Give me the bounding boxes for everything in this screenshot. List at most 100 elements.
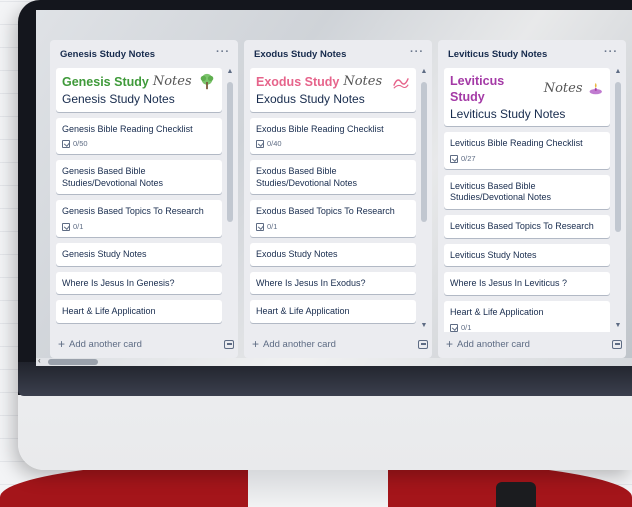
checklist-icon (62, 140, 70, 149)
list-header[interactable]: Genesis Study Notes ··· (50, 40, 238, 68)
card[interactable]: Where Is Jesus In Exodus? (250, 271, 416, 295)
plus-icon: + (252, 337, 260, 351)
add-card-label: Add another card (263, 338, 336, 350)
waves-icon (393, 78, 409, 89)
list-title[interactable]: Exodus Study Notes (254, 49, 346, 60)
list-menu-icon[interactable]: ··· (410, 46, 424, 58)
card[interactable]: Genesis Study Notes (56, 242, 222, 266)
card[interactable]: Exodus Based Topics To Research 0/1 (250, 200, 416, 237)
cover-script: Notes (152, 73, 192, 89)
card[interactable]: Exodus Study Notes (250, 242, 416, 266)
card-title: Exodus Based Topics To Research (256, 206, 395, 217)
card[interactable]: Leviticus Based Bible Studies/Devotional… (444, 174, 610, 209)
card-title: Heart & Life Application (450, 306, 544, 317)
list-exodus: Exodus Study Notes ··· Exodus Study Note… (244, 40, 432, 358)
card-title: Leviticus Based Bible Studies/Devotional… (450, 180, 552, 203)
card-title: Exodus Bible Reading Checklist (256, 123, 384, 134)
card[interactable]: Genesis Based Bible Studies/Devotional N… (56, 160, 222, 195)
scroll-thumb[interactable] (227, 82, 233, 222)
list-genesis: Genesis Study Notes ··· Genesis Study No… (50, 40, 238, 358)
card[interactable]: Exodus Bible Reading Checklist 0/40 (250, 117, 416, 155)
card[interactable]: Heart & Life Application (56, 300, 222, 323)
list-header[interactable]: Leviticus Study Notes ··· (438, 40, 626, 68)
cover-script: Notes (543, 80, 583, 96)
card[interactable]: Heart & Life Application (250, 300, 416, 323)
checklist-icon (256, 140, 264, 149)
list-title[interactable]: Leviticus Study Notes (448, 49, 547, 60)
add-card-label: Add another card (457, 338, 530, 350)
list-menu-icon[interactable]: ··· (604, 46, 618, 58)
card[interactable]: Exodus Based Bible Studies/Devotional No… (250, 160, 416, 195)
card-title: Genesis Study Notes (62, 92, 175, 106)
scroll-left-icon[interactable]: ‹ (38, 356, 41, 365)
checklist-count: 0/40 (267, 139, 282, 149)
template-icon[interactable] (612, 339, 622, 349)
card-title: Leviticus Based Topics To Research (450, 220, 594, 231)
add-card-label: Add another card (69, 338, 142, 350)
card[interactable]: Leviticus Study Notes (444, 243, 610, 267)
template-icon[interactable] (418, 339, 428, 349)
screen: Genesis Study Notes ··· Genesis Study No… (36, 10, 632, 366)
board: Genesis Study Notes ··· Genesis Study No… (40, 10, 632, 366)
list-menu-icon[interactable]: ··· (216, 46, 230, 58)
checklist-count: 0/50 (73, 139, 88, 149)
card[interactable]: Leviticus Based Topics To Research (444, 214, 610, 238)
scroll-thumb[interactable] (48, 359, 98, 365)
board-horizontal-scrollbar[interactable]: ‹ (36, 356, 632, 366)
checklist-badge: 0/27 (450, 154, 604, 164)
checklist-badge: 0/1 (450, 323, 604, 332)
cover-script: Notes (343, 73, 383, 89)
card[interactable]: Leviticus Bible Reading Checklist 0/27 (444, 132, 610, 169)
cover-card[interactable]: Leviticus Study Notes Leviticus Study No… (444, 68, 610, 127)
card[interactable]: Heart & Life Application 0/1 (444, 300, 610, 332)
card-title: Where Is Jesus In Exodus? (256, 277, 366, 288)
list-header[interactable]: Exodus Study Notes ··· (244, 40, 432, 68)
card-title: Heart & Life Application (256, 306, 350, 317)
lamp-icon (589, 83, 602, 95)
scroll-down-icon[interactable]: ▼ (420, 322, 428, 329)
tree-icon (200, 73, 214, 90)
cover-card[interactable]: Genesis Study Notes Genesis Study Notes (56, 68, 222, 112)
checklist-icon (450, 323, 458, 332)
list-scrollbar[interactable]: ▲ ▼ (614, 68, 622, 330)
card[interactable]: Where Is Jesus In Genesis? (56, 271, 222, 295)
list-title[interactable]: Genesis Study Notes (60, 49, 155, 60)
list-scrollbar[interactable]: ▲ (226, 68, 234, 330)
cover-heading: Genesis Study (62, 74, 149, 89)
checklist-badge: 0/50 (62, 139, 216, 149)
template-icon[interactable] (224, 339, 234, 349)
card[interactable]: Where Is Jesus In Leviticus ? (444, 272, 610, 295)
card-list: Leviticus Study Notes Leviticus Study No… (444, 68, 610, 332)
scroll-down-icon[interactable]: ▼ (614, 322, 622, 329)
list-scrollbar[interactable]: ▲ ▼ (420, 68, 428, 330)
card-title: Genesis Based Topics To Research (62, 206, 204, 217)
cover-heading: Leviticus Study (450, 74, 505, 105)
list-leviticus: Leviticus Study Notes ··· Leviticus Stud… (438, 40, 626, 358)
scroll-thumb[interactable] (615, 82, 621, 232)
scroll-up-icon[interactable]: ▲ (226, 68, 234, 75)
add-card-button[interactable]: + Add another card (252, 334, 428, 354)
add-card-button[interactable]: + Add another card (446, 334, 622, 354)
scroll-thumb[interactable] (421, 82, 427, 222)
cover-card[interactable]: Exodus Study Notes Exodus Study Notes (250, 68, 416, 112)
checklist-icon (450, 154, 458, 163)
checklist-count: 0/27 (461, 153, 476, 163)
plus-icon: + (446, 337, 454, 351)
scroll-up-icon[interactable]: ▲ (614, 68, 622, 75)
scroll-up-icon[interactable]: ▲ (420, 68, 428, 75)
add-card-button[interactable]: + Add another card (58, 334, 234, 354)
card-list: Exodus Study Notes Exodus Study Notes Ex… (250, 68, 416, 332)
card-title: Exodus Study Notes (256, 248, 338, 259)
checklist-icon (62, 222, 70, 231)
card-title: Genesis Bible Reading Checklist (62, 123, 193, 134)
card-title: Where Is Jesus In Leviticus ? (450, 278, 568, 289)
card[interactable]: Genesis Based Topics To Research 0/1 (56, 200, 222, 237)
checklist-icon (256, 222, 264, 231)
card-title: Where Is Jesus In Genesis? (62, 277, 175, 288)
checklist-count: 0/1 (267, 222, 278, 232)
decor-object (496, 482, 536, 507)
card-title: Exodus Based Bible Studies/Devotional No… (256, 166, 358, 188)
card-title: Leviticus Bible Reading Checklist (450, 138, 583, 149)
card[interactable]: Genesis Bible Reading Checklist 0/50 (56, 117, 222, 155)
checklist-badge: 0/1 (256, 222, 410, 232)
